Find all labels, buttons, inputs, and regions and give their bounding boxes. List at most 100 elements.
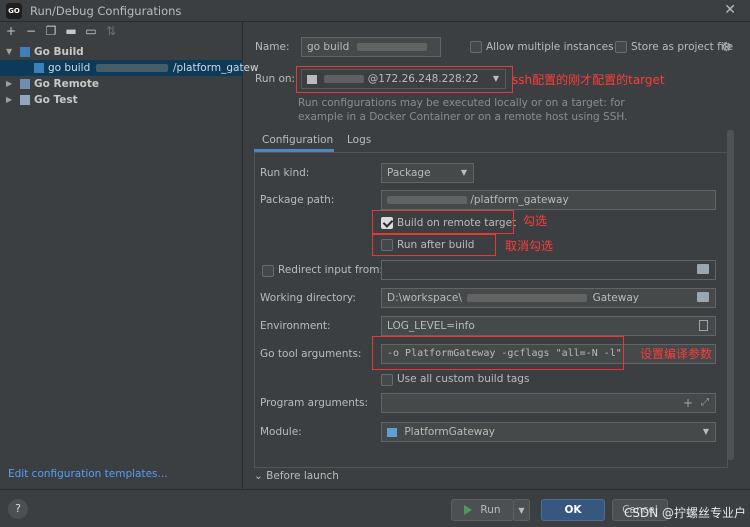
chevron-down-icon: ▼ bbox=[460, 168, 467, 177]
go-build-icon bbox=[20, 47, 30, 57]
tree-toolbar: + − ❐ ▬ ▭ ⇅ bbox=[0, 22, 243, 42]
working-dir-suffix: Gateway bbox=[592, 292, 639, 304]
app-icon: GO bbox=[6, 3, 22, 19]
tree-item-go-build[interactable]: ▼ Go Build bbox=[0, 44, 243, 60]
annotation-box-run-on bbox=[296, 66, 513, 93]
tree-item-label: Go Test bbox=[34, 94, 78, 106]
annotation-build-remote: 勾选 bbox=[523, 214, 548, 228]
allow-multiple-label: Allow multiple instances bbox=[486, 41, 614, 53]
redirect-input-label: Redirect input from: bbox=[278, 264, 383, 276]
dialog-buttons: ? Run ▼ OK Cancel CSDN @拧螺丝专业户 bbox=[0, 489, 750, 527]
run-on-help-text: Run configurations may be executed local… bbox=[298, 97, 628, 123]
folder-icon[interactable] bbox=[697, 264, 709, 274]
name-value: go build bbox=[307, 41, 350, 53]
annotation-go-tool: 设置编译参数 bbox=[640, 347, 713, 361]
tree-item-go-build-child[interactable]: go build /platform_gatew bbox=[0, 60, 259, 76]
tree-item-go-test[interactable]: ▶ Go Test bbox=[0, 92, 243, 108]
chevron-right-icon[interactable]: ▶ bbox=[6, 92, 12, 108]
tab-configuration[interactable]: Configuration bbox=[254, 130, 334, 152]
add-icon[interactable]: + bbox=[4, 24, 18, 38]
package-path-value: /platform_gateway bbox=[470, 194, 569, 206]
tab-logs[interactable]: Logs bbox=[347, 130, 371, 152]
edit-templates-link[interactable]: Edit configuration templates... bbox=[8, 468, 168, 480]
blurred-text bbox=[467, 294, 588, 302]
window-title: Run/Debug Configurations bbox=[30, 4, 182, 18]
redirect-input-checkbox[interactable] bbox=[262, 265, 274, 277]
module-value: PlatformGateway bbox=[404, 426, 496, 438]
help-button[interactable]: ? bbox=[8, 499, 28, 519]
program-args-label: Program arguments: bbox=[260, 397, 368, 409]
chevron-down-icon: ▼ bbox=[518, 506, 525, 515]
tree-item-label-prefix: go build bbox=[48, 62, 91, 74]
environment-label: Environment: bbox=[260, 320, 331, 332]
blurred-text bbox=[356, 43, 427, 51]
document-icon[interactable] bbox=[699, 320, 708, 331]
chevron-down-icon[interactable]: ▼ bbox=[6, 44, 12, 60]
configuration-form: Name: go build Allow multiple instances … bbox=[244, 22, 750, 489]
gear-icon[interactable]: ⚙ bbox=[721, 40, 732, 54]
chevron-right-icon[interactable]: ▶ bbox=[6, 76, 12, 92]
run-icon bbox=[464, 505, 473, 515]
name-input[interactable]: go build bbox=[301, 37, 441, 57]
annotation-run-on: ssh配置的刚才配置的target bbox=[512, 73, 665, 87]
go-test-icon bbox=[20, 95, 30, 105]
run-button[interactable]: Run bbox=[451, 499, 514, 521]
custom-tags-checkbox[interactable] bbox=[381, 374, 393, 386]
run-dropdown-button[interactable]: ▼ bbox=[513, 499, 530, 521]
add-icon[interactable]: + bbox=[683, 394, 693, 412]
configuration-tree-panel: + − ❐ ▬ ▭ ⇅ ▼ Go Build go build /platfor… bbox=[0, 22, 259, 489]
annotation-box-go-tool bbox=[372, 336, 624, 370]
store-project-label: Store as project file bbox=[631, 41, 734, 53]
module-label: Module: bbox=[260, 426, 302, 438]
chevron-down-icon: ▼ bbox=[702, 427, 709, 436]
store-project-checkbox[interactable] bbox=[615, 41, 627, 53]
chevron-down-icon: ⌄ bbox=[254, 470, 263, 482]
tree-item-label: Go Build bbox=[34, 46, 84, 58]
tree-item-label: go build /platform_gatew bbox=[48, 60, 259, 76]
blurred-text bbox=[387, 196, 467, 204]
redirect-input-field[interactable] bbox=[381, 260, 716, 280]
working-dir-value: D:\workspace\ bbox=[387, 292, 462, 304]
environment-value: LOG_LEVEL=info bbox=[387, 320, 475, 332]
save-icon[interactable]: ▬ bbox=[64, 24, 78, 38]
run-on-label: Run on: bbox=[255, 73, 296, 85]
package-path-input[interactable]: /platform_gateway bbox=[381, 190, 716, 210]
configuration-tab-content: Run kind: Package ▼ Package path: /platf… bbox=[254, 152, 728, 468]
folder-icon[interactable]: ▭ bbox=[84, 24, 98, 38]
working-dir-input[interactable]: D:\workspace\ Gateway bbox=[381, 288, 716, 308]
run-kind-select[interactable]: Package ▼ bbox=[381, 163, 474, 183]
go-remote-icon bbox=[20, 79, 30, 89]
run-kind-value: Package bbox=[387, 167, 431, 179]
run-kind-label: Run kind: bbox=[260, 167, 310, 179]
copy-icon[interactable]: ❐ bbox=[44, 24, 58, 38]
title-bar: GO Run/Debug Configurations ✕ bbox=[0, 0, 750, 22]
module-icon bbox=[387, 427, 397, 437]
run-button-label: Run bbox=[480, 504, 501, 516]
close-icon[interactable]: ✕ bbox=[724, 2, 736, 18]
go-build-icon bbox=[34, 63, 44, 73]
tree-item-label: Go Remote bbox=[34, 78, 99, 90]
expand-icon[interactable]: ⤢ bbox=[701, 394, 709, 412]
package-path-label: Package path: bbox=[260, 194, 335, 206]
sort-icon[interactable]: ⇅ bbox=[104, 24, 118, 38]
ok-button[interactable]: OK bbox=[541, 499, 605, 521]
go-tool-args-label: Go tool arguments: bbox=[260, 348, 362, 360]
watermark: CSDN @拧螺丝专业户 bbox=[623, 506, 746, 520]
remove-icon[interactable]: − bbox=[24, 24, 38, 38]
annotation-box-run-after bbox=[372, 234, 496, 256]
tree-item-go-remote[interactable]: ▶ Go Remote bbox=[0, 76, 243, 92]
scrollbar[interactable] bbox=[727, 130, 734, 460]
module-select[interactable]: PlatformGateway ▼ bbox=[381, 422, 716, 442]
custom-tags-label: Use all custom build tags bbox=[397, 373, 530, 385]
program-args-input[interactable]: + ⤢ bbox=[381, 393, 716, 413]
before-launch-label: Before launch bbox=[266, 470, 339, 482]
working-dir-label: Working directory: bbox=[260, 292, 356, 304]
annotation-box-build-remote bbox=[372, 210, 514, 234]
folder-icon[interactable] bbox=[697, 292, 709, 302]
environment-input[interactable]: LOG_LEVEL=info bbox=[381, 316, 716, 336]
before-launch-section[interactable]: ⌄ Before launch bbox=[254, 470, 339, 482]
name-label: Name: bbox=[255, 41, 290, 53]
allow-multiple-checkbox[interactable] bbox=[470, 41, 482, 53]
blurred-text bbox=[95, 64, 168, 72]
annotation-run-after: 取消勾选 bbox=[505, 239, 554, 253]
